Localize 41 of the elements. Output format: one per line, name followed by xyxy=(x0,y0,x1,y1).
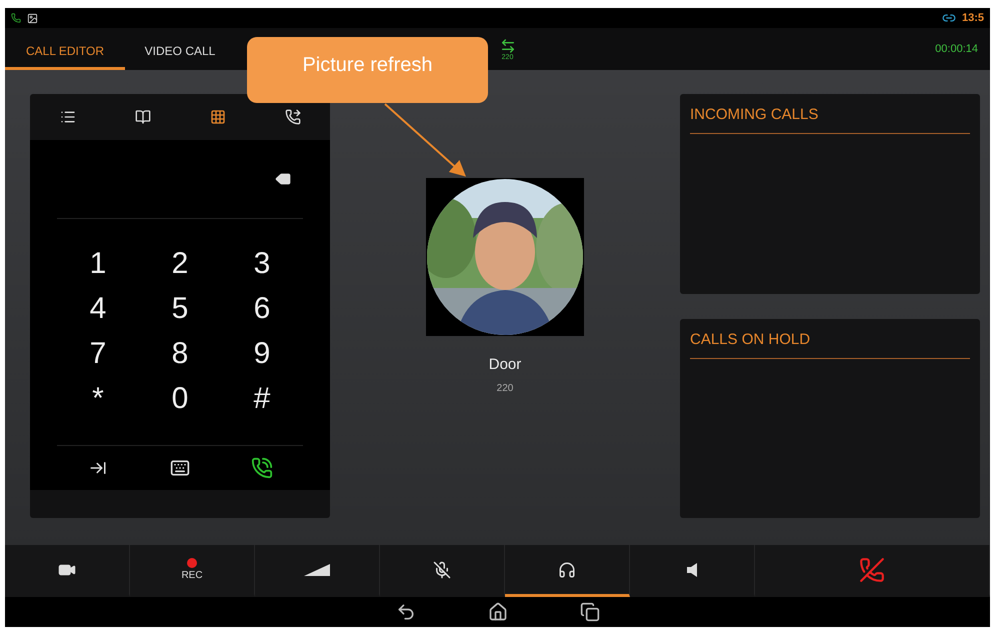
dial-key[interactable]: 0 xyxy=(139,376,221,421)
list-icon xyxy=(60,109,76,125)
recent-apps-button[interactable] xyxy=(580,602,600,622)
phone-icon xyxy=(11,13,21,23)
hang-up-icon xyxy=(859,556,885,582)
dial-key[interactable]: 6 xyxy=(221,286,303,331)
home-button[interactable] xyxy=(488,602,508,622)
dial-key[interactable]: 3 xyxy=(221,241,303,286)
clock-time: 13:5 xyxy=(962,12,984,24)
rec-label: REC xyxy=(181,570,203,581)
transfer-icon[interactable] xyxy=(89,459,107,477)
call-duration: 00:00:14 xyxy=(935,43,979,55)
contact-number: 220 xyxy=(496,383,514,394)
dial-key[interactable]: 1 xyxy=(57,241,139,286)
phone-forward-icon xyxy=(284,109,300,125)
backspace-icon[interactable] xyxy=(275,171,291,187)
dial-key[interactable]: # xyxy=(221,376,303,421)
call-connection-icon xyxy=(500,38,516,54)
volume-level-icon xyxy=(304,564,330,576)
callout-tooltip: Picture refresh xyxy=(247,37,488,103)
dial-key[interactable]: * xyxy=(57,376,139,421)
add-call-icon[interactable] xyxy=(251,457,273,479)
dial-key[interactable]: 2 xyxy=(139,241,221,286)
keypad-icon xyxy=(210,109,226,125)
headset-icon xyxy=(558,560,576,578)
dial-key[interactable]: 8 xyxy=(139,331,221,376)
record-icon xyxy=(187,558,197,568)
keyboard-icon[interactable] xyxy=(170,458,190,478)
panel-title: INCOMING CALLS xyxy=(690,104,970,134)
mic-off-icon xyxy=(433,560,451,578)
dial-key[interactable]: 4 xyxy=(57,286,139,331)
back-button[interactable] xyxy=(396,602,416,622)
dial-key[interactable]: 7 xyxy=(57,331,139,376)
panel-title: CALLS ON HOLD xyxy=(690,328,970,358)
dial-key[interactable]: 9 xyxy=(221,331,303,376)
image-icon xyxy=(27,12,38,24)
tab[interactable]: VIDEO CALL xyxy=(125,28,235,70)
speaker-icon xyxy=(687,562,697,576)
dial-key[interactable]: 5 xyxy=(139,286,221,331)
contact-name: Door xyxy=(488,356,522,373)
book-icon xyxy=(134,109,150,125)
